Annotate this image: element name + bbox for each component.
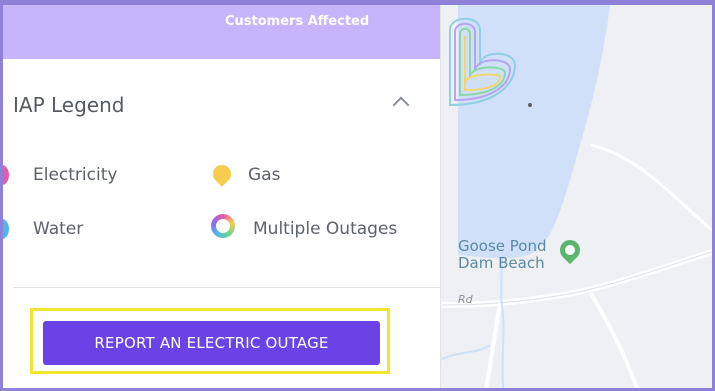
- legend-label-water: Water: [33, 219, 84, 239]
- section-divider: [13, 287, 440, 288]
- multiple-outages-ring-icon: [211, 214, 235, 238]
- outage-side-panel: Customers Affected IAP Legend Electricit…: [3, 5, 441, 388]
- water-pin-icon: [3, 219, 9, 239]
- brand-heart-logo: [449, 17, 532, 107]
- legend-label-multiple-outages: Multiple Outages: [253, 219, 398, 239]
- creek-2: [440, 344, 491, 361]
- legend-title: IAP Legend: [13, 93, 125, 117]
- road-3: [589, 143, 712, 233]
- map-place-label: Goose Pond Dam Beach: [458, 238, 547, 272]
- customers-affected-label: Customers Affected: [225, 14, 370, 29]
- gas-pin-icon: [209, 161, 235, 187]
- legend-label-electricity: Electricity: [33, 165, 118, 185]
- map-place-label-line1: Goose Pond: [458, 237, 547, 255]
- customers-affected-header: Customers Affected: [3, 5, 440, 59]
- side-road-2: [588, 290, 640, 388]
- road-label: Rd: [458, 293, 473, 306]
- legend-label-gas: Gas: [248, 165, 281, 185]
- map-view[interactable]: Goose Pond Dam Beach Rd: [440, 5, 712, 388]
- chevron-up-icon[interactable]: [392, 96, 410, 114]
- electricity-pin-icon: [3, 165, 9, 185]
- map-place-label-line2: Dam Beach: [458, 254, 545, 272]
- app-frame: Goose Pond Dam Beach Rd Customers Affect…: [0, 0, 715, 391]
- creek: [500, 256, 505, 388]
- report-electric-outage-button[interactable]: REPORT AN ELECTRIC OUTAGE: [43, 321, 380, 365]
